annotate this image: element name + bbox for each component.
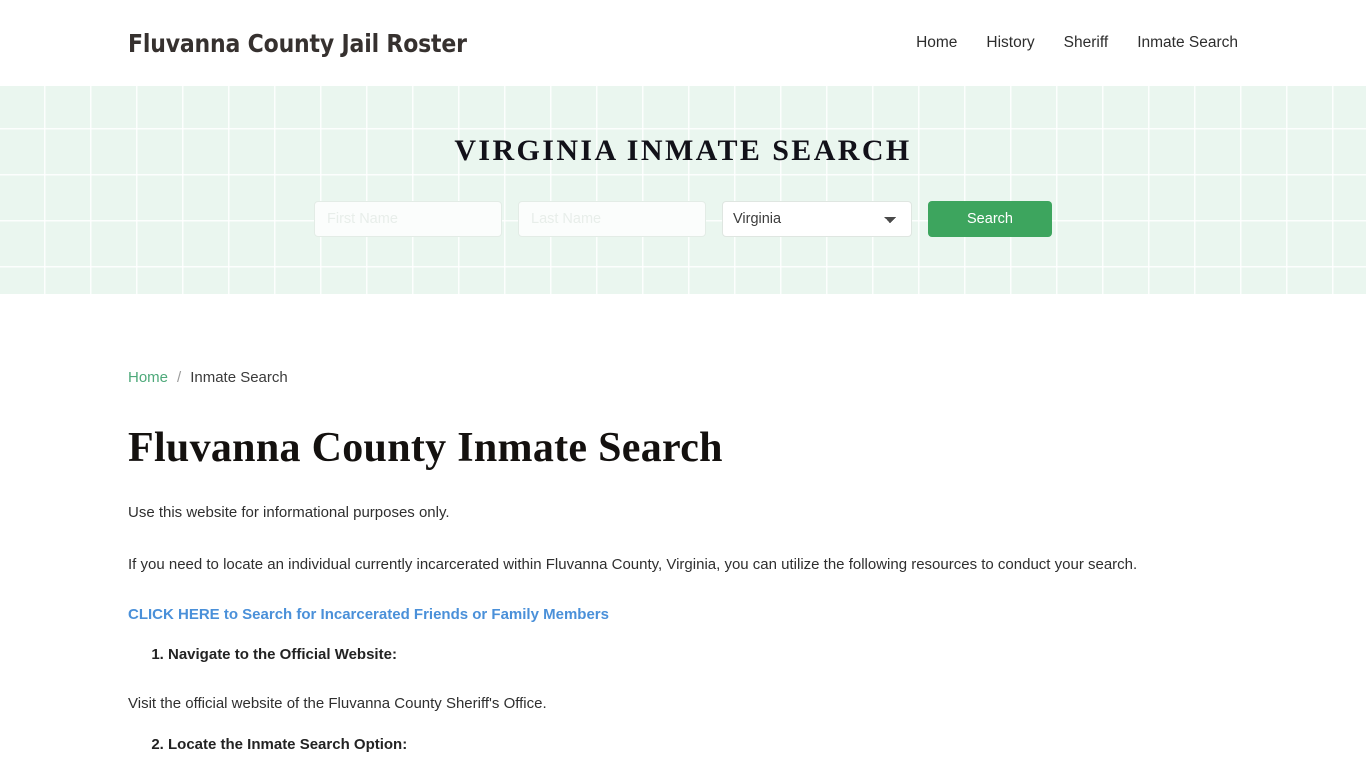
breadcrumb-current: Inmate Search: [190, 369, 288, 386]
nav-item-inmate-search[interactable]: Inmate Search: [1137, 34, 1238, 52]
nav-item-home[interactable]: Home: [916, 34, 957, 52]
step-item-navigate: Navigate to the Official Website:: [168, 646, 1238, 663]
nav-item-history[interactable]: History: [986, 34, 1034, 52]
intro-paragraph: Use this website for informational purpo…: [128, 504, 450, 521]
main-content: Home / Inmate Search Fluvanna County Inm…: [0, 294, 1366, 768]
step-list-two: Locate the Inmate Search Option:: [128, 736, 1238, 753]
search-button[interactable]: Search: [928, 201, 1052, 237]
last-name-input[interactable]: [518, 201, 706, 237]
site-header: Fluvanna County Jail Roster Home History…: [0, 0, 1366, 86]
breadcrumb: Home / Inmate Search: [128, 294, 1238, 386]
site-title[interactable]: Fluvanna County Jail Roster: [128, 29, 467, 58]
breadcrumb-separator: /: [177, 369, 182, 386]
hero-search-section: VIRGINIA INMATE SEARCH Virginia Search: [0, 86, 1366, 294]
hero-title: VIRGINIA INMATE SEARCH: [454, 134, 912, 167]
inmate-search-cta-link[interactable]: CLICK HERE to Search for Incarcerated Fr…: [128, 606, 609, 623]
step-item-locate: Locate the Inmate Search Option:: [168, 736, 1238, 753]
page-title: Fluvanna County Inmate Search: [128, 425, 723, 471]
first-name-input[interactable]: [314, 201, 502, 237]
nav-item-sheriff[interactable]: Sheriff: [1064, 34, 1109, 52]
state-select[interactable]: Virginia: [722, 201, 912, 237]
step-list-one: Navigate to the Official Website:: [128, 646, 1238, 663]
inmate-search-form: Virginia Search: [314, 201, 1052, 237]
resources-paragraph: If you need to locate an individual curr…: [128, 555, 1138, 573]
breadcrumb-home-link[interactable]: Home: [128, 369, 168, 386]
step-1-body: Visit the official website of the Fluvan…: [128, 694, 547, 712]
main-navigation: Home History Sheriff Inmate Search: [916, 34, 1238, 52]
